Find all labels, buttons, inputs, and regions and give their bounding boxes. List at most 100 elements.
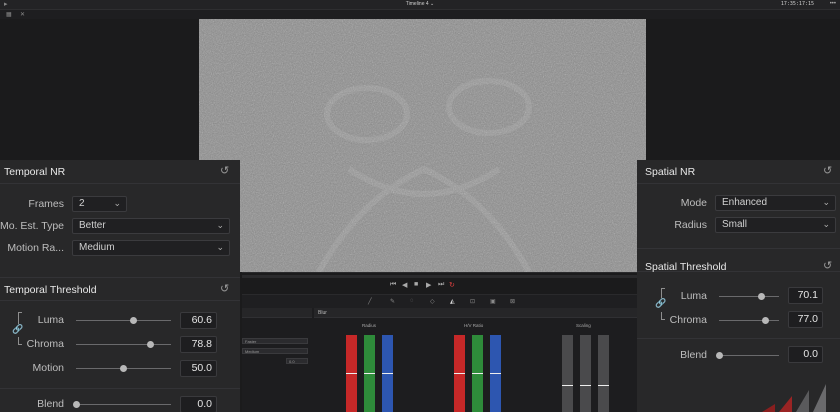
palette-toolbar: ╱ ✎ ◌ ◇ ◭ ⊡ ▣ ⊠ (242, 294, 637, 308)
tt-luma-knob[interactable] (129, 317, 137, 324)
play-reverse-icon[interactable]: ◀ (402, 281, 407, 289)
blur-tab[interactable]: Blur (318, 310, 327, 316)
st-luma-slider[interactable] (719, 296, 779, 297)
st-blend-knob[interactable] (715, 352, 723, 359)
play-icon[interactable]: ▶ (426, 281, 431, 289)
left-subpanel-header (242, 308, 312, 318)
temporal-threshold-title: Temporal Threshold (4, 284, 97, 296)
qualifier-icon[interactable]: ◌ (410, 298, 414, 304)
mo-est-type-label: Mo. Est. Type (0, 220, 64, 232)
timeline-scrubber[interactable] (242, 275, 637, 278)
tt-motion-knob[interactable] (120, 365, 127, 372)
chevron-down-icon: ⌄ (216, 242, 224, 252)
mode-dropdown[interactable]: Enhanced ⌄ (715, 195, 836, 211)
frames-label: Frames (28, 198, 64, 210)
layout-icon[interactable]: ▦ (6, 11, 12, 18)
motion-range-label: Motion Ra... (7, 242, 64, 254)
skip-end-icon[interactable]: ⏭ (438, 281, 444, 289)
tt-blend-value[interactable]: 0.0 (180, 396, 217, 412)
split-icon[interactable]: ✕ (20, 11, 25, 18)
scaling-bar-1[interactable] (562, 335, 573, 412)
mini-select-1[interactable]: Faster (242, 338, 308, 344)
timeline-title[interactable]: Timeline 4 ⌄ (0, 1, 840, 7)
chevron-down-icon: ⌄ (113, 198, 121, 208)
st-blend-value[interactable]: 0.0 (788, 346, 823, 363)
scaling-bar-2[interactable] (580, 335, 591, 412)
mo-est-type-dropdown[interactable]: Better ⌄ (72, 218, 230, 234)
tt-blend-knob[interactable] (72, 401, 80, 408)
window-icon[interactable]: ◇ (430, 298, 435, 305)
motion-range-dropdown[interactable]: Medium ⌄ (72, 240, 230, 256)
stop-icon[interactable]: ■ (414, 281, 418, 288)
hv-blue-bar[interactable] (490, 335, 501, 412)
spatial-nr-title: Spatial NR (645, 166, 696, 178)
st-blend-label: Blend (680, 349, 707, 361)
video-viewer[interactable] (199, 19, 646, 272)
sizing-icon[interactable]: ⊠ (510, 298, 515, 305)
tt-chroma-value[interactable]: 78.8 (180, 336, 217, 353)
radius-green-bar[interactable] (364, 335, 375, 412)
st-blend-slider[interactable] (719, 355, 779, 356)
temporal-nr-title: Temporal NR (4, 166, 66, 178)
timecode: 17:35:17:15 (780, 1, 814, 7)
tt-luma-label: Luma (37, 314, 64, 326)
tt-motion-label: Motion (32, 362, 64, 374)
divider (637, 338, 840, 339)
motion-range-value: Medium (79, 242, 115, 253)
st-chroma-slider[interactable] (719, 320, 779, 321)
st-luma-knob[interactable] (757, 293, 765, 300)
blur-panel: Blur Faster Medium 0.0 Radius H/V Ratio … (242, 308, 637, 412)
radius-blue-bar[interactable] (382, 335, 393, 412)
loop-icon[interactable]: ↻ (449, 281, 455, 289)
st-luma-label: Luma (680, 290, 707, 302)
tt-chroma-label: Chroma (26, 338, 64, 350)
spatial-threshold-header: Spatial Threshold ↺ (637, 248, 840, 273)
mini-value[interactable]: 0.0 (286, 358, 308, 364)
options-menu-icon[interactable]: ••• (830, 1, 836, 7)
spatial-threshold-title: Spatial Threshold (645, 261, 727, 273)
frames-dropdown[interactable]: 2 ⌄ (72, 196, 127, 212)
magic-mask-icon[interactable]: ▣ (490, 298, 496, 305)
radius-sn-label: Radius (674, 219, 707, 231)
scaling-label: Scaling (576, 323, 591, 328)
tt-motion-value[interactable]: 50.0 (180, 360, 217, 377)
temporal-nr-reset-icon[interactable]: ↺ (220, 164, 229, 177)
spatial-nr-header: Spatial NR ↺ (637, 160, 840, 184)
tt-chroma-knob[interactable] (147, 341, 155, 348)
spatial-nr-reset-icon[interactable]: ↺ (823, 164, 832, 177)
spatial-nr-panel: Spatial NR ↺ Mode Enhanced ⌄ Radius Smal… (637, 160, 840, 412)
radius-red-bar[interactable] (346, 335, 357, 412)
chevron-down-icon: ⌄ (216, 220, 224, 230)
st-chroma-knob[interactable] (761, 317, 769, 324)
scaling-bar-3[interactable] (598, 335, 609, 412)
picker-tool-icon[interactable]: ✎ (390, 298, 395, 305)
radius-dropdown[interactable]: Small ⌄ (715, 217, 836, 233)
mode-label: Mode (680, 197, 707, 209)
hv-green-bar[interactable] (472, 335, 483, 412)
st-chroma-value[interactable]: 77.0 (788, 311, 823, 328)
pen-tool-icon[interactable]: ╱ (368, 298, 372, 305)
temporal-threshold-reset-icon[interactable]: ↺ (220, 282, 229, 295)
hv-ratio-label: H/V Ratio (464, 323, 484, 328)
tt-luma-value[interactable]: 60.6 (180, 312, 217, 329)
hv-red-bar[interactable] (454, 335, 465, 412)
key-icon[interactable]: ⊡ (470, 298, 475, 305)
mini-select-2[interactable]: Medium (242, 348, 308, 354)
blur-tool-icon[interactable]: ◭ (450, 298, 455, 305)
tt-blend-label: Blend (37, 398, 64, 410)
noisy-frame-image (199, 19, 646, 272)
viewer-toolbar: ▦ ✕ (0, 10, 840, 19)
divider (0, 388, 240, 389)
tt-blend-slider[interactable] (76, 404, 171, 405)
spatial-threshold-reset-icon[interactable]: ↺ (823, 259, 832, 272)
tt-chroma-slider[interactable] (76, 344, 171, 345)
st-luma-value[interactable]: 70.1 (788, 287, 823, 304)
skip-start-icon[interactable]: ⏮ (390, 281, 396, 289)
frames-value: 2 (79, 198, 85, 209)
blur-subpanel-header: Blur (314, 308, 637, 318)
tt-luma-slider[interactable] (76, 320, 171, 321)
st-chroma-label: Chroma (669, 314, 707, 326)
temporal-nr-panel: Temporal NR ↺ Frames 2 ⌄ Mo. Est. Type B… (0, 160, 240, 412)
temporal-nr-header: Temporal NR ↺ (0, 160, 240, 184)
temporal-threshold-header: Temporal Threshold ↺ (0, 277, 240, 301)
